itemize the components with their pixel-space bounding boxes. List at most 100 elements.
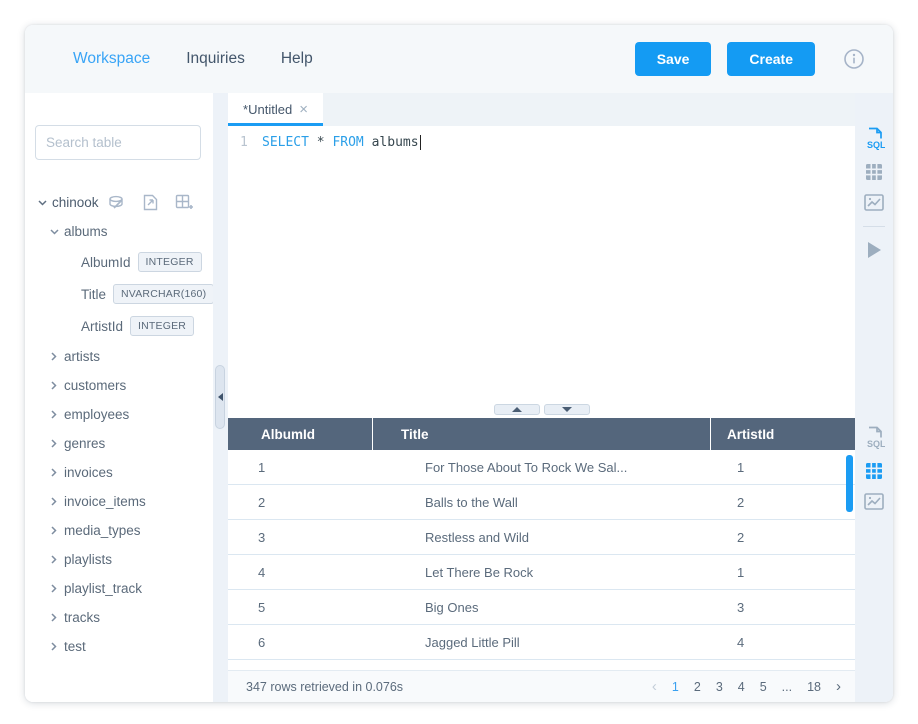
page-3[interactable]: 3	[716, 680, 723, 694]
svg-text:SQL: SQL	[867, 439, 885, 449]
sidebar-table-artists[interactable]: artists	[35, 342, 213, 371]
app-window: Workspace Inquiries Help Save Create	[25, 25, 893, 702]
nav-actions: Save Create	[635, 42, 865, 76]
status-text: 347 rows retrieved in 0.076s	[246, 680, 403, 694]
page-next-icon[interactable]: ›	[836, 678, 841, 695]
column-header-artistid[interactable]: ArtistId	[710, 418, 855, 450]
expand-results-button[interactable]	[544, 404, 590, 415]
tab-untitled[interactable]: *Untitled ×	[228, 93, 323, 126]
close-icon[interactable]: ×	[299, 102, 308, 117]
line-number: 1	[240, 135, 262, 404]
sidebar-database-chinook[interactable]: chinook	[35, 188, 213, 217]
table-view-icon[interactable]	[865, 163, 883, 181]
results-footer: 347 rows retrieved in 0.076s ‹ 1 2 3 4 5…	[228, 670, 855, 702]
sidebar-table-invoices[interactable]: invoices	[35, 458, 213, 487]
editor-tabbar: *Untitled ×	[228, 93, 855, 126]
cell-artistid: 3	[710, 600, 855, 615]
cell-title: Big Ones	[372, 600, 710, 615]
page-prev-icon[interactable]: ‹	[652, 678, 657, 695]
sql-table: albums	[372, 135, 419, 150]
sql-keyword: SELECT	[262, 135, 309, 150]
column-header-albumid[interactable]: AlbumId	[228, 418, 372, 450]
column-name: ArtistId	[81, 319, 123, 334]
table-row[interactable]: 2 Balls to the Wall 2	[228, 485, 855, 520]
column-row-albumid: AlbumId INTEGER	[35, 246, 213, 278]
table-row[interactable]: 6 Jagged Little Pill 4	[228, 625, 855, 660]
table-row[interactable]: 4 Let There Be Rock 1	[228, 555, 855, 590]
cell-artistid: 2	[710, 530, 855, 545]
results-tool-group: SQL	[855, 426, 893, 510]
table-name: customers	[64, 378, 126, 393]
chevron-down-icon	[35, 200, 49, 206]
schema-tree: chinook	[35, 188, 213, 661]
column-header-title[interactable]: Title	[372, 418, 710, 450]
chart-view-icon[interactable]	[864, 194, 884, 211]
nav-item-workspace[interactable]: Workspace	[73, 50, 150, 68]
sidebar-table-playlists[interactable]: playlists	[35, 545, 213, 574]
cell-title: Restless and Wild	[372, 530, 710, 545]
svg-text:SQL: SQL	[867, 140, 885, 150]
pane-splitter[interactable]	[228, 404, 855, 418]
export-file-icon[interactable]	[143, 194, 158, 211]
sidebar-table-employees[interactable]: employees	[35, 400, 213, 429]
sidebar-collapse-handle[interactable]	[215, 365, 225, 429]
database-name: chinook	[52, 195, 99, 210]
chevron-down-icon	[47, 229, 61, 235]
save-button[interactable]: Save	[635, 42, 712, 76]
cell-artistid: 2	[710, 495, 855, 510]
create-button[interactable]: Create	[727, 42, 815, 76]
chevron-right-icon	[47, 642, 61, 651]
sql-editor[interactable]: 1 SELECT * FROM albums	[228, 126, 855, 404]
right-toolbar: SQL	[855, 93, 893, 702]
search-input[interactable]	[35, 125, 201, 160]
table-row[interactable]: 1 For Those About To Rock We Sal... 1	[228, 450, 855, 485]
sidebar-table-playlist-track[interactable]: playlist_track	[35, 574, 213, 603]
table-results-icon[interactable]	[865, 462, 883, 480]
chevron-right-icon	[47, 410, 61, 419]
chevron-right-icon	[47, 468, 61, 477]
sidebar-table-albums[interactable]: albums	[35, 217, 213, 246]
page-2[interactable]: 2	[694, 680, 701, 694]
database-edit-icon[interactable]	[108, 195, 126, 211]
sidebar-table-tracks[interactable]: tracks	[35, 603, 213, 632]
nav-item-inquiries[interactable]: Inquiries	[186, 50, 245, 68]
table-row[interactable]: 5 Big Ones 3	[228, 590, 855, 625]
table-row[interactable]: 3 Restless and Wild 2	[228, 520, 855, 555]
table-name: invoices	[64, 465, 113, 480]
page-1[interactable]: 1	[672, 680, 679, 694]
table-name: artists	[64, 349, 100, 364]
sql-results-icon[interactable]: SQL	[864, 426, 885, 449]
column-name: Title	[81, 287, 106, 302]
nav-item-help[interactable]: Help	[281, 50, 313, 68]
add-table-icon[interactable]	[175, 194, 193, 211]
cell-title: Let There Be Rock	[372, 565, 710, 580]
cell-title: For Those About To Rock We Sal...	[372, 460, 710, 475]
toolbar-divider	[863, 226, 885, 227]
page-ellipsis: ...	[782, 680, 792, 694]
table-name: playlists	[64, 552, 112, 567]
cell-albumid: 6	[228, 635, 372, 650]
play-icon	[868, 242, 881, 258]
sidebar-table-genres[interactable]: genres	[35, 429, 213, 458]
page-18[interactable]: 18	[807, 680, 821, 694]
info-icon[interactable]	[843, 48, 865, 70]
cell-albumid: 2	[228, 495, 372, 510]
expand-editor-button[interactable]	[494, 404, 540, 415]
chevron-right-icon	[47, 381, 61, 390]
page-5[interactable]: 5	[760, 680, 767, 694]
sidebar-table-test[interactable]: test	[35, 632, 213, 661]
sidebar-table-customers[interactable]: customers	[35, 371, 213, 400]
chart-results-icon[interactable]	[864, 493, 884, 510]
sql-view-icon[interactable]: SQL	[864, 127, 885, 150]
results-scrollbar[interactable]	[846, 455, 853, 512]
sidebar-table-media-types[interactable]: media_types	[35, 516, 213, 545]
run-query-icon[interactable]	[868, 242, 881, 258]
text-cursor	[420, 135, 421, 150]
pagination: ‹ 1 2 3 4 5 ... 18 ›	[652, 678, 841, 695]
collapse-down-icon	[562, 407, 572, 412]
sidebar-table-invoice-items[interactable]: invoice_items	[35, 487, 213, 516]
cell-albumid: 3	[228, 530, 372, 545]
page-4[interactable]: 4	[738, 680, 745, 694]
chevron-right-icon	[47, 555, 61, 564]
sql-keyword: FROM	[332, 135, 363, 150]
